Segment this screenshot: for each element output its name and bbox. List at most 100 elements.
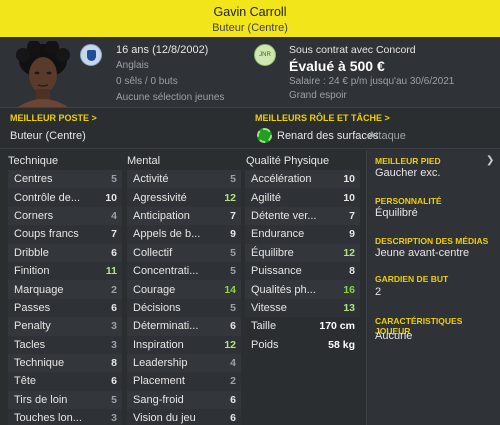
attribute-name: Technique xyxy=(14,357,65,370)
attribute-row[interactable]: Tirs de loin 5 xyxy=(8,390,122,410)
player-caps: 0 sêls / 0 buts xyxy=(116,76,178,87)
attribute-row[interactable]: Penalty 3 xyxy=(8,317,122,336)
attribute-name: Centres xyxy=(14,173,53,186)
attribute-row[interactable]: Marquage 2 xyxy=(8,280,122,299)
attribute-row[interactable]: Finition 11 xyxy=(8,261,122,281)
attribute-value: 7 xyxy=(349,209,355,222)
club-badge-text: JNR xyxy=(259,52,271,58)
player-details-panel: ❯ MEILLEUR PIED Gaucher exc. PERSONNALIT… xyxy=(366,150,500,425)
best-role-duty: Attaque xyxy=(368,130,406,142)
attribute-row[interactable]: Activité 5 xyxy=(127,170,241,189)
attribute-row[interactable]: Contrôle de... 10 xyxy=(8,188,122,207)
player-name: Gavin Carroll xyxy=(213,5,287,19)
attribute-name: Touches lon... xyxy=(14,412,82,425)
attribute-row[interactable]: Détente ver... 7 xyxy=(245,206,360,226)
attribute-value: 6 xyxy=(111,246,117,259)
physical-attributes: Accélération 10 Agilité 10 Détente ver... 7 En… xyxy=(245,170,360,318)
attribute-row[interactable]: Touches lon... 3 xyxy=(8,409,122,425)
role-icon xyxy=(257,128,272,143)
attribute-value: 6 xyxy=(230,393,236,406)
best-role-value: Renard des surfaces xyxy=(277,130,379,142)
attribute-value: 7 xyxy=(111,228,117,241)
attribute-row[interactable]: Agilité 10 xyxy=(245,188,360,207)
attribute-value: 5 xyxy=(230,301,236,314)
player-avatar xyxy=(16,41,70,107)
attribute-value: 10 xyxy=(105,191,117,204)
attribute-value: 9 xyxy=(349,228,355,241)
attribute-value: 6 xyxy=(111,301,117,314)
physical-heading: Qualité Physique xyxy=(246,155,330,167)
attribute-value: 4 xyxy=(111,209,117,222)
player-youth-caps: Aucune sélection jeunes xyxy=(116,92,225,103)
attribute-row[interactable]: Collectif 5 xyxy=(127,243,241,262)
attribute-row[interactable]: Leadership 4 xyxy=(127,353,241,373)
attribute-name: Corners xyxy=(14,209,54,222)
attribute-row[interactable]: Accélération 10 xyxy=(245,170,360,189)
attribute-name: Puissance xyxy=(251,265,302,278)
nation-badge-icon[interactable] xyxy=(80,44,102,66)
weight-label: Poids xyxy=(251,338,279,351)
player-nationality[interactable]: Anglais xyxy=(116,60,224,72)
attribute-row[interactable]: Courage 14 xyxy=(127,280,241,299)
attribute-row[interactable]: Qualités ph... 16 xyxy=(245,280,360,299)
technique-heading: Technique xyxy=(8,155,59,167)
attribute-value: 12 xyxy=(224,191,236,204)
attribute-value: 5 xyxy=(230,265,236,278)
attribute-row[interactable]: Inspiration 12 xyxy=(127,335,241,354)
attribute-name: Qualités ph... xyxy=(251,283,316,296)
attribute-row[interactable]: Anticipation 7 xyxy=(127,206,241,226)
attribute-row[interactable]: Endurance 9 xyxy=(245,225,360,244)
attribute-name: Dribble xyxy=(14,246,49,259)
attribute-value: 11 xyxy=(105,265,117,278)
attribute-value: 12 xyxy=(343,246,355,259)
attribute-row[interactable]: Passes 6 xyxy=(8,298,122,318)
height-label: Taille xyxy=(251,319,277,332)
attribute-value: 3 xyxy=(111,338,117,351)
attribute-row[interactable]: Décisions 5 xyxy=(127,298,241,318)
personality-value: Équilibré xyxy=(375,207,418,219)
attribute-row[interactable]: Agressivité 12 xyxy=(127,188,241,207)
attribute-value: 6 xyxy=(111,375,117,388)
attribute-name: Penalty xyxy=(14,320,51,333)
attribute-row[interactable]: Déterminati... 6 xyxy=(127,317,241,336)
attribute-value: 5 xyxy=(230,246,236,259)
attribute-row[interactable]: Appels de b... 9 xyxy=(127,225,241,244)
attribute-name: Tirs de loin xyxy=(14,393,68,406)
attribute-row[interactable]: Technique 8 xyxy=(8,353,122,373)
attribute-value: 3 xyxy=(111,320,117,333)
attribute-name: Coups francs xyxy=(14,228,79,241)
attribute-value: 10 xyxy=(343,191,355,204)
attribute-row[interactable]: Placement 2 xyxy=(127,372,241,391)
best-position-link[interactable]: MEILLEUR POSTE > xyxy=(10,113,97,123)
player-value: Évalué à 500 € xyxy=(289,58,385,74)
attribute-name: Tête xyxy=(14,375,37,388)
attribute-row[interactable]: Tête 6 xyxy=(8,372,122,391)
attribute-value: 5 xyxy=(111,173,117,186)
traits-value: Aucune xyxy=(375,330,413,342)
attribute-row[interactable]: Vitesse 13 xyxy=(245,298,360,318)
attribute-name: Déterminati... xyxy=(133,320,199,333)
attribute-value: 10 xyxy=(343,173,355,186)
attribute-row[interactable]: Concentrati... 5 xyxy=(127,261,241,281)
player-prospect: Grand espoir xyxy=(289,90,347,101)
attribute-row[interactable]: Centres 5 xyxy=(8,170,122,189)
contract-status[interactable]: Sous contrat avec Concord xyxy=(289,44,454,56)
best-role-link[interactable]: MEILLEURS RÔLE ET TÂCHE > xyxy=(255,113,390,123)
attribute-name: Courage xyxy=(133,283,176,296)
attribute-value: 2 xyxy=(230,375,236,388)
chevron-down-icon[interactable]: ❯ xyxy=(486,155,494,166)
attribute-row[interactable]: Vision du jeu 6 xyxy=(127,409,241,425)
attribute-name: Détente ver... xyxy=(251,209,317,222)
gk-label: GARDIEN DE BUT xyxy=(375,274,449,284)
attribute-row[interactable]: Corners 4 xyxy=(8,206,122,226)
attribute-row[interactable]: Sang-froid 6 xyxy=(127,390,241,410)
club-badge-icon[interactable]: JNR xyxy=(254,44,276,66)
attribute-row[interactable]: Coups francs 7 xyxy=(8,225,122,244)
attribute-row[interactable]: Équilibre 12 xyxy=(245,243,360,262)
attribute-name: Vitesse xyxy=(251,301,287,314)
attribute-row[interactable]: Puissance 8 xyxy=(245,261,360,281)
attribute-row[interactable]: Dribble 6 xyxy=(8,243,122,262)
attribute-name: Contrôle de... xyxy=(14,191,81,204)
attribute-row[interactable]: Tacles 3 xyxy=(8,335,122,354)
attribute-value: 5 xyxy=(111,393,117,406)
